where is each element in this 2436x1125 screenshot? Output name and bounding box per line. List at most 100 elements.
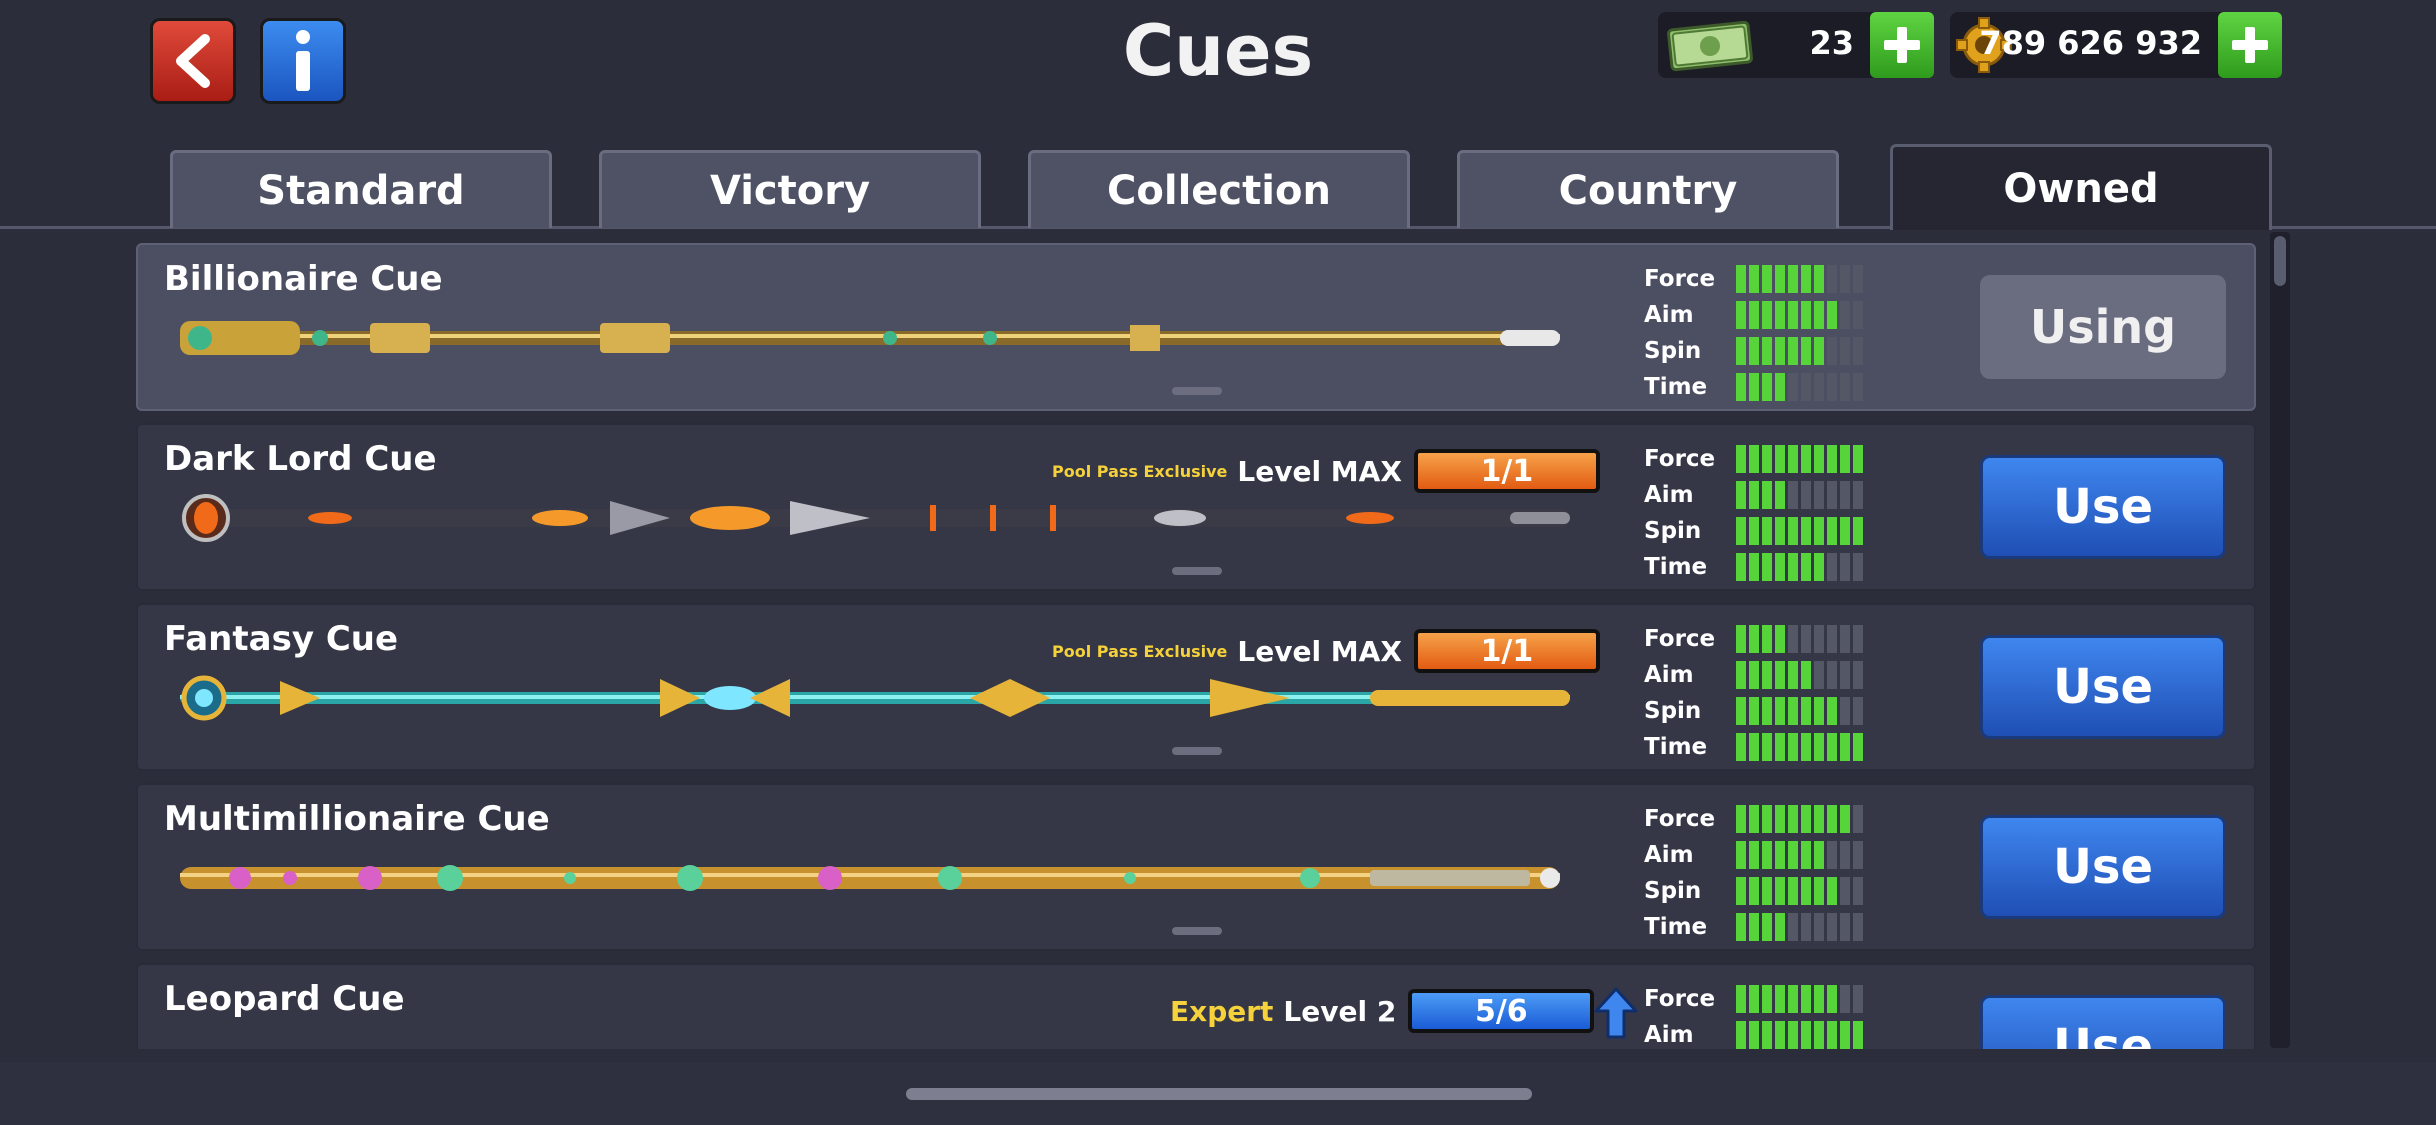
stat-segment [1840, 625, 1850, 653]
stat-segment [1840, 445, 1850, 473]
stat-segment [1827, 301, 1837, 329]
stat-segment [1853, 337, 1863, 365]
stat-segment [1853, 373, 1863, 401]
stat-segment [1827, 337, 1837, 365]
stat-segment [1853, 481, 1863, 509]
stat-segment [1736, 985, 1746, 1013]
stat-spin: Spin [1644, 513, 1863, 549]
stat-segment [1762, 733, 1772, 761]
stat-segment [1814, 805, 1824, 833]
cue-row-leopard[interactable]: Leopard Cue Expert Level 2 5/6 Force Aim… [136, 963, 2256, 1049]
use-button[interactable]: Use [1980, 635, 2226, 739]
stat-segment [1736, 553, 1746, 581]
stat-segment [1749, 877, 1759, 905]
stat-segment [1827, 553, 1837, 581]
stat-segment [1853, 661, 1863, 689]
stat-label: Aim [1644, 482, 1694, 508]
stat-label: Aim [1644, 302, 1694, 328]
stat-segment [1814, 265, 1824, 293]
stat-segment [1749, 265, 1759, 293]
stat-bar [1736, 265, 1863, 293]
stat-segment [1827, 661, 1837, 689]
use-button[interactable]: Use [1980, 455, 2226, 559]
stat-segment [1814, 985, 1824, 1013]
cue-row-billionaire[interactable]: Billionaire Cue Force Aim Spin Time Usin… [136, 243, 2256, 411]
stat-segment [1840, 553, 1850, 581]
cue-name: Billionaire Cue [164, 259, 443, 299]
stat-label: Spin [1644, 878, 1702, 904]
cue-row-dark-lord[interactable]: Dark Lord Cue Pool Pass Exclusive Level … [136, 423, 2256, 591]
tab-collection[interactable]: Collection [1028, 150, 1410, 228]
stat-segment [1736, 517, 1746, 545]
stat-segment [1762, 445, 1772, 473]
stat-segment [1814, 301, 1824, 329]
stat-segment [1827, 841, 1837, 869]
add-cash-button[interactable] [1870, 12, 1934, 78]
stat-segment [1840, 805, 1850, 833]
stat-segment [1801, 733, 1811, 761]
list-scrollbar[interactable] [2270, 232, 2290, 1048]
tab-owned[interactable]: Owned [1890, 144, 2272, 230]
stat-segment [1749, 517, 1759, 545]
stat-segment [1749, 481, 1759, 509]
using-button[interactable]: Using [1980, 275, 2226, 379]
stat-segment [1788, 877, 1798, 905]
stat-label: Force [1644, 986, 1716, 1012]
use-button[interactable]: Use [1980, 995, 2226, 1049]
stat-segment [1827, 445, 1837, 473]
stat-segment [1827, 625, 1837, 653]
cue-row-fantasy[interactable]: Fantasy Cue Pool Pass Exclusive Level MA… [136, 603, 2256, 771]
pool-pass-tag: Pool Pass Exclusive [1052, 641, 1228, 661]
stat-segment [1749, 625, 1759, 653]
stat-segment [1788, 337, 1798, 365]
stat-time: Time [1644, 549, 1863, 585]
stat-segment [1801, 805, 1811, 833]
stat-bar [1736, 553, 1863, 581]
scroll-thumb[interactable] [2274, 236, 2286, 286]
coin-balance: 789 626 932 [1950, 12, 2282, 78]
add-coins-button[interactable] [2218, 12, 2282, 78]
stat-segment [1762, 805, 1772, 833]
stat-bar [1736, 913, 1863, 941]
use-button[interactable]: Use [1980, 815, 2226, 919]
stat-label: Time [1644, 554, 1708, 580]
up-arrow-icon[interactable] [1594, 987, 1638, 1039]
stat-segment [1762, 1021, 1772, 1049]
tab-country[interactable]: Country [1457, 150, 1839, 228]
stat-segment [1814, 481, 1824, 509]
home-indicator[interactable] [906, 1088, 1532, 1100]
stat-segment [1762, 985, 1772, 1013]
stat-segment [1801, 301, 1811, 329]
stat-segment [1853, 301, 1863, 329]
tab-standard[interactable]: Standard [170, 150, 552, 228]
stat-segment [1853, 877, 1863, 905]
stat-segment [1762, 625, 1772, 653]
stat-segment [1814, 445, 1824, 473]
stat-segment [1840, 913, 1850, 941]
stat-bar [1736, 337, 1863, 365]
stat-segment [1762, 841, 1772, 869]
stat-segment [1853, 625, 1863, 653]
stat-label: Spin [1644, 338, 1702, 364]
stat-segment [1853, 733, 1863, 761]
stat-segment [1749, 445, 1759, 473]
level-progress: 5/6 [1408, 987, 1638, 1039]
stat-segment [1788, 625, 1798, 653]
cue-name: Dark Lord Cue [164, 439, 437, 479]
stat-label: Time [1644, 374, 1708, 400]
cue-list[interactable]: Billionaire Cue Force Aim Spin Time Usin… [136, 243, 2256, 1049]
stat-segment [1736, 481, 1746, 509]
stat-segment [1801, 913, 1811, 941]
cue-meta: Pool Pass Exclusive Level MAX 1/1 [1052, 449, 1600, 493]
cue-page-indicator [1172, 387, 1222, 395]
level-progress: 1/1 [1413, 629, 1600, 673]
stat-segment [1801, 265, 1811, 293]
cue-row-multimillionaire[interactable]: Multimillionaire Cue Force Aim Spin Time… [136, 783, 2256, 951]
stat-segment [1775, 805, 1785, 833]
tab-victory[interactable]: Victory [599, 150, 981, 228]
stat-segment [1749, 841, 1759, 869]
stat-aim: Aim [1644, 1017, 1863, 1049]
stat-segment [1788, 373, 1798, 401]
stat-segment [1840, 733, 1850, 761]
stat-segment [1840, 697, 1850, 725]
